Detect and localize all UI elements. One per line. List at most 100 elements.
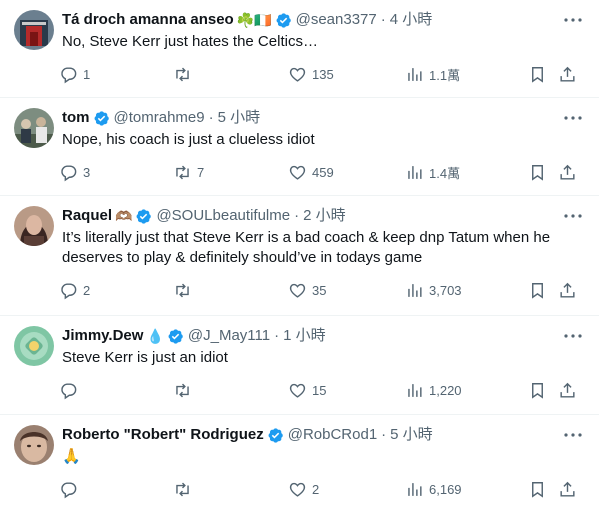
- views-button[interactable]: 1.4萬: [405, 163, 528, 182]
- name-emoji: 🫶🏽: [115, 208, 133, 224]
- tweet[interactable]: Jimmy.Dew 💧 @J_May111 · 1 小時 Steve Kerr …: [0, 316, 599, 415]
- timestamp[interactable]: 5 小時: [218, 108, 261, 128]
- tweet-text: Steve Kerr is just an idiot: [62, 349, 228, 366]
- more-options-button[interactable]: [563, 427, 583, 443]
- bookmark-icon: [532, 481, 543, 498]
- more-options-button[interactable]: [563, 12, 583, 28]
- views-chart-icon: [408, 283, 422, 297]
- timestamp[interactable]: 5 小時: [390, 425, 433, 445]
- bookmark-button[interactable]: [528, 65, 558, 84]
- tweet[interactable]: Raquel 🫶🏽 @SOULbeautifulme · 2 小時 It’s l…: [0, 196, 599, 316]
- more-dots-icon: [564, 433, 582, 437]
- reply-count: 1: [83, 66, 91, 82]
- bookmark-button[interactable]: [528, 480, 558, 499]
- display-name[interactable]: Raquel: [62, 206, 112, 226]
- reply-button[interactable]: 2: [59, 281, 173, 300]
- like-count: 15: [312, 382, 327, 398]
- user-handle[interactable]: @SOULbeautifulme: [156, 206, 290, 226]
- share-button[interactable]: [558, 281, 582, 300]
- verified-badge-icon: [136, 208, 152, 224]
- display-name[interactable]: tom: [62, 108, 90, 128]
- bookmark-icon: [532, 66, 543, 83]
- views-button[interactable]: 6,169: [405, 480, 528, 499]
- tweet[interactable]: Roberto "Robert" Rodriguez @RobCRod1 · 5…: [0, 415, 599, 516]
- display-name[interactable]: Roberto "Robert" Rodriguez: [62, 425, 264, 445]
- share-icon: [560, 282, 575, 298]
- retweet-icon: [176, 165, 189, 179]
- retweet-button[interactable]: [173, 65, 288, 84]
- user-handle[interactable]: @sean3377: [296, 10, 377, 30]
- more-options-button[interactable]: [563, 110, 583, 126]
- more-dots-icon: [564, 116, 582, 120]
- avatar[interactable]: [14, 206, 54, 246]
- reply-button[interactable]: 1: [59, 65, 173, 84]
- retweet-count: 7: [197, 164, 205, 180]
- user-handle[interactable]: @tomrahme9: [114, 108, 205, 128]
- reply-icon: [61, 481, 77, 498]
- more-options-button[interactable]: [563, 328, 583, 344]
- retweet-icon: [176, 482, 189, 496]
- share-icon: [560, 164, 575, 180]
- share-button[interactable]: [558, 381, 582, 400]
- like-button[interactable]: 35: [288, 281, 405, 300]
- view-count: 6,169: [429, 481, 462, 497]
- reply-button[interactable]: [59, 480, 173, 499]
- heart-icon: [289, 67, 306, 82]
- reply-icon: [61, 382, 77, 399]
- bookmark-button[interactable]: [528, 163, 558, 182]
- more-options-button[interactable]: [563, 208, 583, 224]
- action-bar: 15 1,220: [59, 368, 585, 412]
- views-button[interactable]: 3,703: [405, 281, 528, 300]
- display-name[interactable]: Jimmy.Dew: [62, 326, 143, 346]
- views-chart-icon: [408, 67, 422, 81]
- timestamp[interactable]: 2 小時: [303, 206, 346, 226]
- timestamp[interactable]: 4 小時: [390, 10, 433, 30]
- user-handle[interactable]: @RobCRod1: [288, 425, 377, 445]
- view-count: 3,703: [429, 282, 462, 298]
- avatar[interactable]: [14, 326, 54, 366]
- action-bar: 1 135 1.1萬: [59, 52, 585, 96]
- user-handle[interactable]: @J_May111: [188, 326, 270, 346]
- like-button[interactable]: 459: [288, 163, 405, 182]
- heart-icon: [289, 283, 306, 298]
- retweet-icon: [176, 383, 189, 397]
- retweet-button[interactable]: [173, 381, 288, 400]
- reply-icon: [61, 282, 77, 299]
- avatar[interactable]: [14, 108, 54, 148]
- share-button[interactable]: [558, 65, 582, 84]
- retweet-button[interactable]: [173, 480, 288, 499]
- view-count: 1,220: [429, 382, 462, 398]
- like-button[interactable]: 15: [288, 381, 405, 400]
- display-name[interactable]: Tá droch amanna anseo: [62, 10, 234, 30]
- reply-button[interactable]: [59, 381, 173, 400]
- separator-dot: ·: [294, 207, 300, 224]
- share-button[interactable]: [558, 163, 582, 182]
- tweet[interactable]: Tá droch amanna anseo ☘️🇮🇪 @sean3377 · 4…: [0, 0, 599, 98]
- bookmark-button[interactable]: [528, 281, 558, 300]
- views-button[interactable]: 1.1萬: [405, 65, 528, 84]
- view-count: 1.1萬: [429, 67, 461, 83]
- share-button[interactable]: [558, 480, 582, 499]
- reply-button[interactable]: 3: [59, 163, 173, 182]
- avatar[interactable]: [14, 10, 54, 50]
- like-button[interactable]: 135: [288, 65, 405, 84]
- view-count: 1.4萬: [429, 165, 461, 181]
- bookmark-button[interactable]: [528, 381, 558, 400]
- tweet[interactable]: tom @tomrahme9 · 5 小時 Nope, his coach is…: [0, 98, 599, 196]
- like-button[interactable]: 2: [288, 480, 405, 499]
- separator-dot: ·: [380, 11, 386, 28]
- views-chart-icon: [408, 482, 422, 496]
- verified-badge-icon: [168, 328, 183, 344]
- bookmark-icon: [532, 164, 543, 181]
- retweet-button[interactable]: 7: [173, 163, 288, 182]
- timestamp[interactable]: 1 小時: [283, 326, 326, 346]
- retweet-icon: [176, 283, 189, 297]
- verified-badge-icon: [94, 110, 109, 126]
- heart-icon: [289, 482, 306, 497]
- more-dots-icon: [564, 18, 582, 22]
- share-icon: [560, 481, 575, 497]
- retweet-button[interactable]: [173, 281, 288, 300]
- views-button[interactable]: 1,220: [405, 381, 528, 400]
- more-dots-icon: [564, 334, 582, 338]
- avatar[interactable]: [14, 425, 54, 465]
